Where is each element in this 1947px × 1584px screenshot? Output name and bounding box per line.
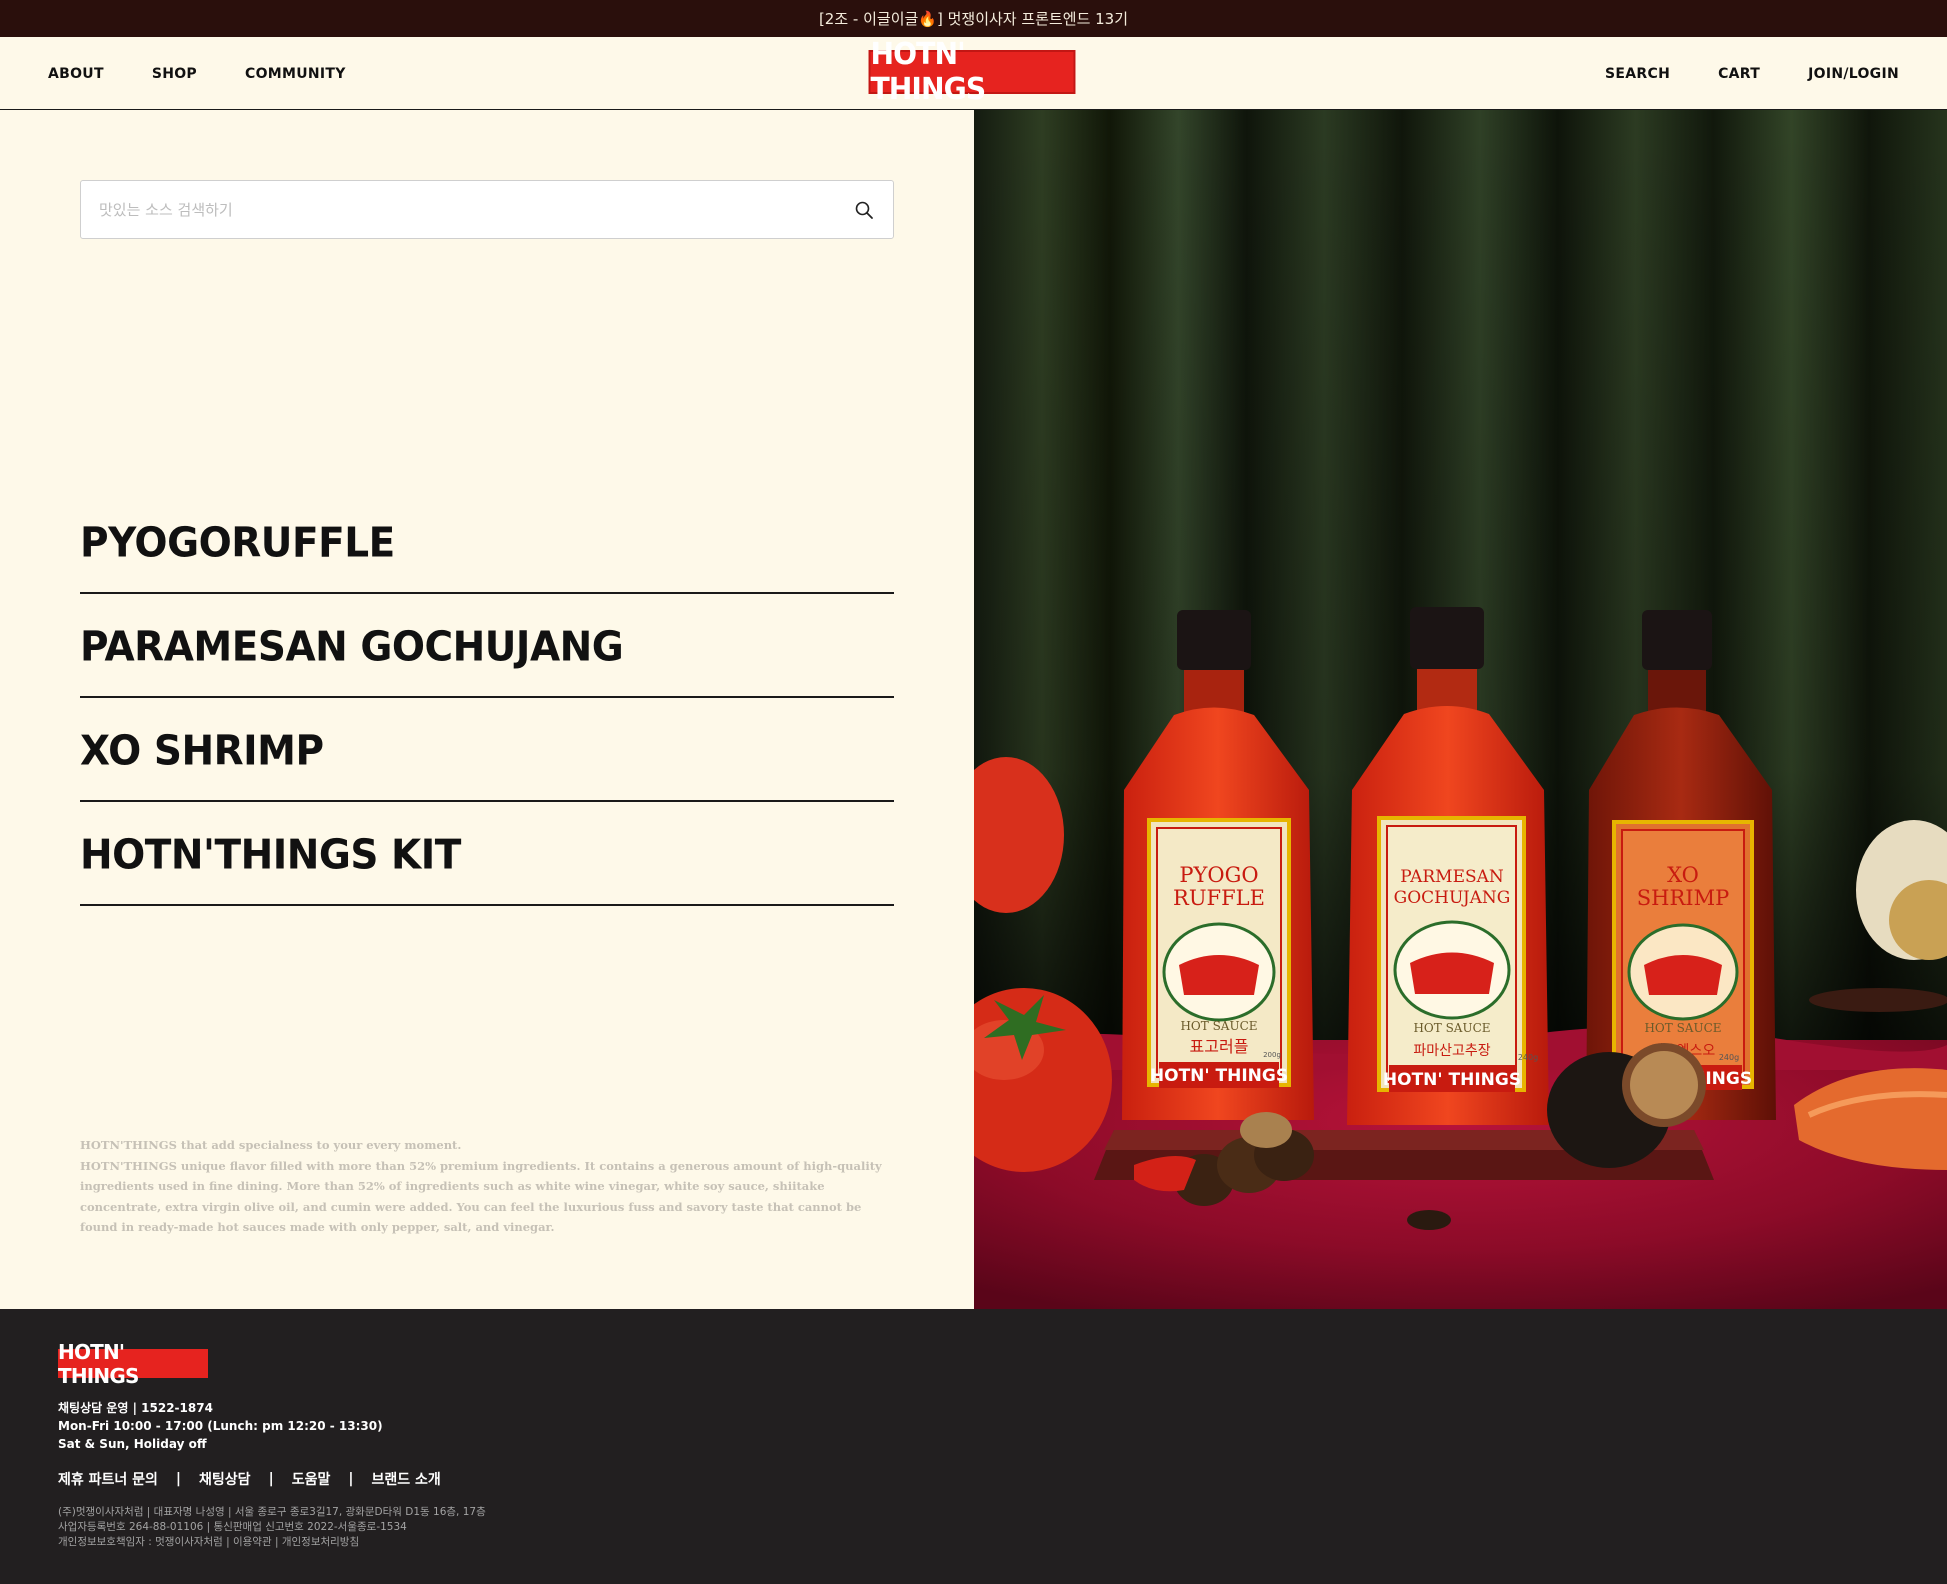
- sauce-search-box: [80, 180, 894, 239]
- footer-link-help[interactable]: 도움말: [292, 1469, 331, 1489]
- site-header: ABOUT SHOP COMMUNITY HOTN' THINGS SEARCH…: [0, 37, 1947, 110]
- customer-service-info: 채팅상담 운영 | 1522-1874 Mon-Fri 10:00 - 17:0…: [58, 1399, 383, 1453]
- bottle-korean-name: 표고러플: [1190, 1037, 1249, 1056]
- bottle-badge: HOT SAUCE: [1180, 1019, 1257, 1033]
- product-name: HOTN'THINGS KIT: [80, 831, 461, 879]
- business-registration: 사업자등록번호 264-88-01106 | 통신판매업 신고번호 2022-서…: [58, 1521, 407, 1533]
- nav-join-login[interactable]: JOIN/LOGIN: [1808, 66, 1899, 82]
- bottle-weight: 240g: [1518, 1053, 1538, 1062]
- hero-illustration: PYOGO RUFFLE HOT SAUCE 표고러플 200g HOTN' T…: [974, 110, 1947, 1309]
- weekend-hours: Sat & Sun, Holiday off: [58, 1437, 207, 1451]
- bottle-weight: 240g: [1719, 1053, 1739, 1062]
- bottle-badge: HOT SAUCE: [1413, 1021, 1490, 1035]
- utility-nav: SEARCH CART JOIN/LOGIN: [1557, 37, 1899, 110]
- bottle-brand: HOTN' THINGS: [1383, 1070, 1521, 1090]
- product-name: PARAMESAN GOCHUJANG: [80, 623, 624, 671]
- nav-cart[interactable]: CART: [1718, 66, 1760, 82]
- bottle-brand: HOTN' THINGS: [1150, 1066, 1288, 1086]
- product-item-xo-shrimp[interactable]: XO SHRIMP: [80, 698, 894, 802]
- product-item-pyogoruffle[interactable]: PYOGORUFFLE: [80, 490, 894, 594]
- bottle-label-line1: PARMESAN: [1400, 867, 1504, 887]
- bottle-label-line2: SHRIMP: [1637, 886, 1729, 910]
- bottle-label-line1: PYOGO: [1179, 863, 1258, 887]
- company-info: (주)멋쟁이사자처럼 | 대표자명 나성영 | 서울 종로구 종로3길17, 광…: [58, 1506, 486, 1518]
- footer-link-brand[interactable]: 브랜드 소개: [371, 1469, 440, 1489]
- privacy-terms: 개인정보보호책임자 : 멋쟁이사자처럼 | 이용약관 | 개인정보처리방침: [58, 1536, 360, 1548]
- footer-logo[interactable]: HOTN' THINGS: [58, 1340, 208, 1388]
- product-item-hotnthings-kit[interactable]: HOTN'THINGS KIT: [80, 802, 894, 906]
- bottle-label-line2: GOCHUJANG: [1394, 888, 1511, 908]
- brand-description: HOTN'THINGS that add specialness to your…: [80, 1135, 900, 1238]
- description-body: HOTN'THINGS unique flavor filled with mo…: [80, 1158, 882, 1235]
- search-icon[interactable]: [853, 199, 875, 221]
- legal-info: (주)멋쟁이사자처럼 | 대표자명 나성영 | 서울 종로구 종로3길17, 광…: [58, 1505, 486, 1550]
- announcement-text: [2조 - 이글이글🔥] 멋쟁이사자 프론트엔드 13기: [818, 10, 1129, 28]
- bottle-weight: 200g: [1263, 1051, 1281, 1059]
- brand-logo[interactable]: HOTN' THINGS: [868, 37, 1076, 107]
- separator: |: [268, 1471, 274, 1487]
- hero-product-image: PYOGO RUFFLE HOT SAUCE 표고러플 200g HOTN' T…: [974, 110, 1947, 1309]
- product-menu-panel: PYOGORUFFLE PARAMESAN GOCHUJANG XO SHRIM…: [0, 110, 974, 1309]
- product-item-paramesan-gochujang[interactable]: PARAMESAN GOCHUJANG: [80, 594, 894, 698]
- announcement-bar: [2조 - 이글이글🔥] 멋쟁이사자 프론트엔드 13기: [0, 0, 1947, 37]
- footer-link-partner[interactable]: 제휴 파트너 문의: [58, 1469, 158, 1489]
- bottle-label-line2: RUFFLE: [1173, 886, 1265, 910]
- weekday-hours: Mon-Fri 10:00 - 17:00 (Lunch: pm 12:20 -…: [58, 1419, 383, 1433]
- footer-link-chat[interactable]: 채팅상담: [199, 1469, 251, 1489]
- description-tagline: HOTN'THINGS that add specialness to your…: [80, 1138, 462, 1152]
- nav-shop[interactable]: SHOP: [152, 66, 197, 82]
- bottle-korean-name: 파마산고추장: [1413, 1043, 1490, 1059]
- product-name: XO SHRIMP: [80, 727, 324, 775]
- nav-community[interactable]: COMMUNITY: [245, 66, 346, 82]
- site-footer: HOTN' THINGS 채팅상담 운영 | 1522-1874 Mon-Fri…: [0, 1309, 1947, 1584]
- separator: |: [175, 1471, 182, 1487]
- bottle-label-line1: XO: [1667, 863, 1699, 887]
- product-name: PYOGORUFFLE: [80, 519, 395, 567]
- primary-nav: ABOUT SHOP COMMUNITY: [48, 37, 394, 110]
- sauce-search-input[interactable]: [99, 181, 819, 238]
- chat-support-hours: 채팅상담 운영 | 1522-1874: [58, 1401, 213, 1415]
- separator: |: [348, 1471, 354, 1487]
- nav-search[interactable]: SEARCH: [1605, 66, 1670, 82]
- nav-about[interactable]: ABOUT: [48, 66, 104, 82]
- product-list: PYOGORUFFLE PARAMESAN GOCHUJANG XO SHRIM…: [80, 490, 894, 906]
- bottle-badge: HOT SAUCE: [1644, 1021, 1721, 1035]
- footer-links: 제휴 파트너 문의 | 채팅상담 | 도움말 | 브랜드 소개: [58, 1469, 441, 1489]
